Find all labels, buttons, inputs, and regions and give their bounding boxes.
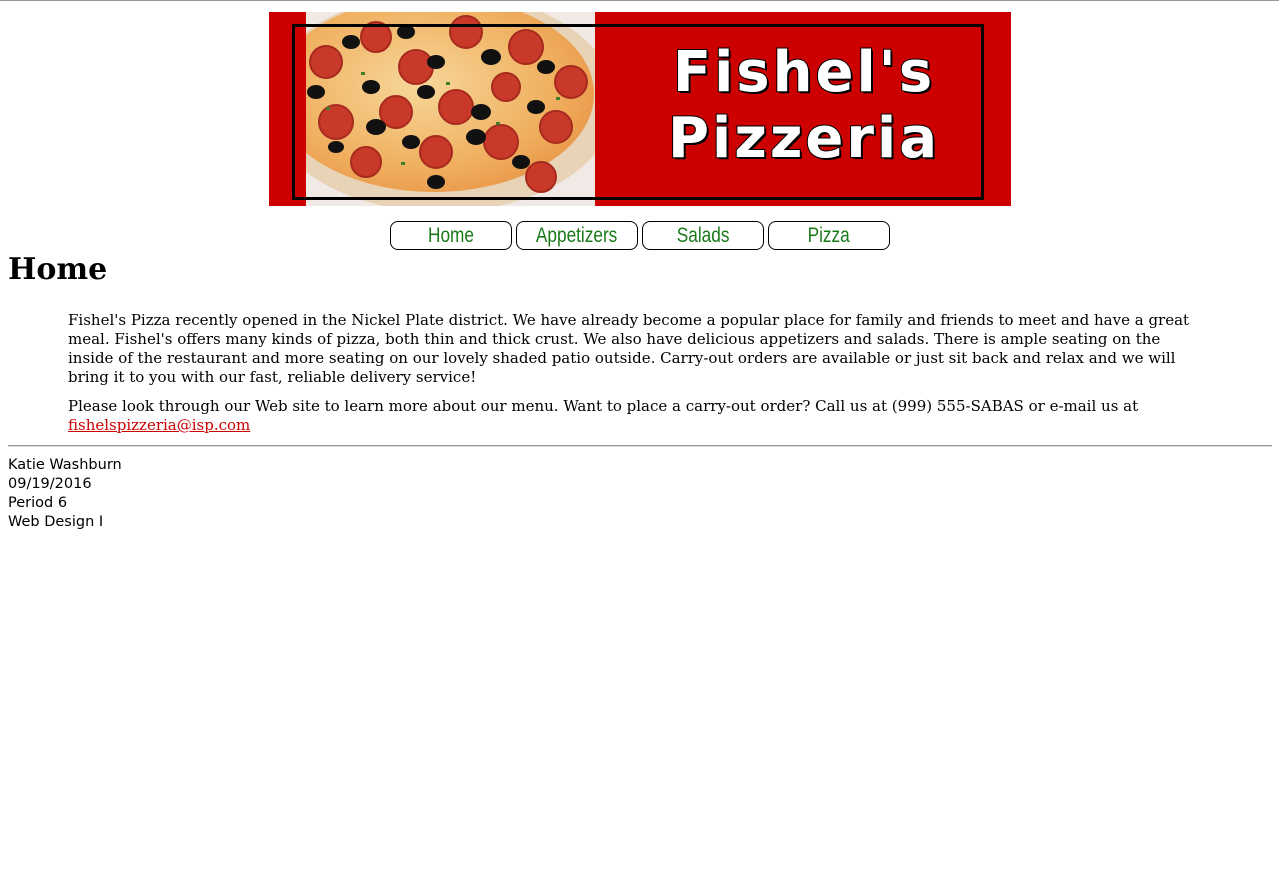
footer-period: Period 6: [8, 495, 68, 511]
nav-appetizers-button[interactable]: Appetizers: [516, 221, 638, 250]
banner-title-line1: Fishel's: [672, 39, 936, 106]
page-title: Home: [8, 252, 108, 287]
nav-pizza-button[interactable]: Pizza: [768, 221, 890, 250]
email-link[interactable]: fishelspizzeria@isp.com: [68, 416, 250, 434]
contact-text: Please look through our Web site to lear…: [68, 397, 1139, 415]
footer: Katie Washburn 09/19/2016 Period 6 Web D…: [8, 456, 122, 532]
site-banner: Fishel's Pizzeria: [269, 12, 1011, 206]
nav-home-label: Home: [428, 223, 474, 247]
nav-salads-button[interactable]: Salads: [642, 221, 764, 250]
nav-salads-label: Salads: [676, 223, 730, 247]
banner-title: Fishel's Pizzeria: [619, 39, 989, 172]
top-rule: [0, 0, 1279, 1]
footer-date: 09/19/2016: [8, 476, 92, 492]
main-content: Fishel's Pizza recently opened in the Ni…: [68, 311, 1198, 445]
contact-paragraph: Please look through our Web site to lear…: [68, 397, 1198, 435]
intro-paragraph: Fishel's Pizza recently opened in the Ni…: [68, 311, 1190, 386]
nav-home-button[interactable]: Home: [390, 221, 512, 250]
footer-course: Web Design I: [8, 514, 104, 530]
main-nav: Home Appetizers Salads Pizza: [390, 221, 890, 250]
nav-appetizers-label: Appetizers: [536, 223, 618, 247]
footer-divider: [8, 445, 1272, 447]
banner-title-line2: Pizzeria: [667, 105, 940, 172]
nav-pizza-label: Pizza: [807, 223, 851, 247]
footer-author: Katie Washburn: [8, 457, 122, 473]
